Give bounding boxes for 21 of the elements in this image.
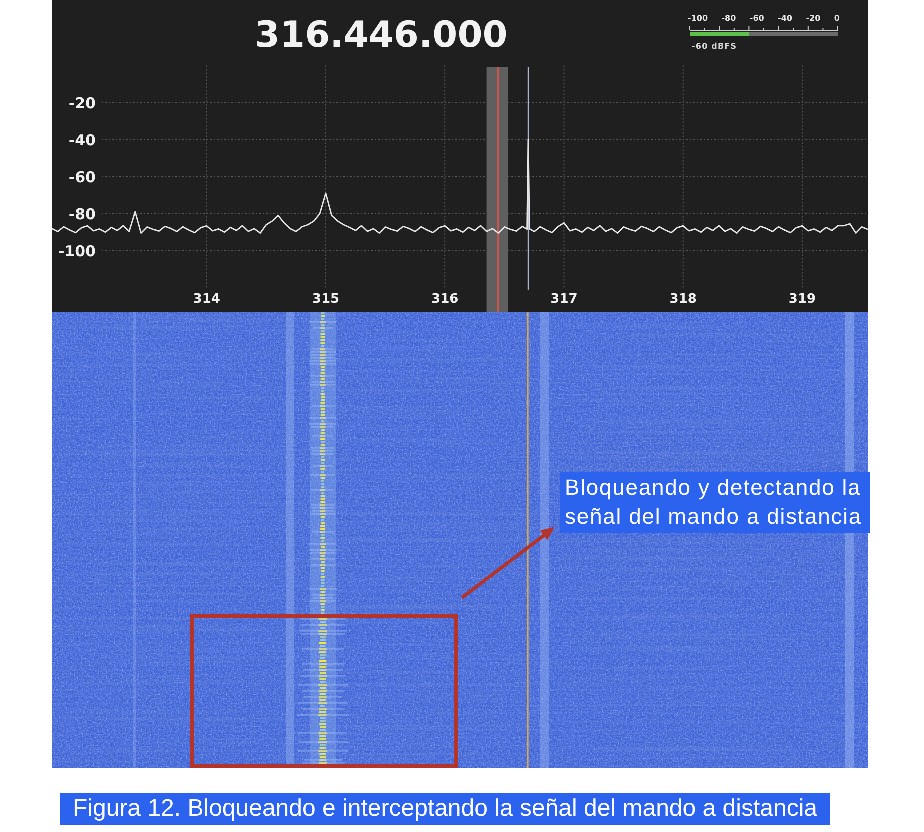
y-axis-label: -100: [58, 242, 96, 260]
x-axis-label: 319: [788, 292, 816, 307]
y-axis-label: -40: [68, 131, 96, 150]
x-axis-label: 314: [193, 292, 220, 307]
y-axis-label: -20: [68, 94, 96, 112]
meter-scale-label: -80: [722, 14, 736, 24]
y-axis-label: -60: [68, 168, 96, 186]
x-axis-label: 315: [312, 292, 340, 307]
meter-scale-label: -20: [806, 14, 821, 24]
x-axis-label: 316: [432, 292, 459, 307]
y-axis-label: -80: [68, 205, 96, 224]
meter-scale-label: -100: [688, 14, 708, 24]
meter-scale-label: -60: [750, 14, 764, 24]
meter-scale-label: 0: [834, 14, 840, 24]
annotation-label: Bloqueando y detectando la señal del mando a distancia: [560, 472, 870, 533]
x-axis-label: 317: [550, 292, 578, 307]
x-axis-label: 318: [670, 292, 697, 307]
meter-scale-label: -40: [778, 14, 792, 24]
figure-caption: Figura 12. Bloqueando e interceptando la señal del mando a distancia: [60, 793, 830, 825]
frequency-readout: 316.446.000: [255, 18, 508, 54]
meter-reading: -60 dBFS: [692, 42, 738, 52]
